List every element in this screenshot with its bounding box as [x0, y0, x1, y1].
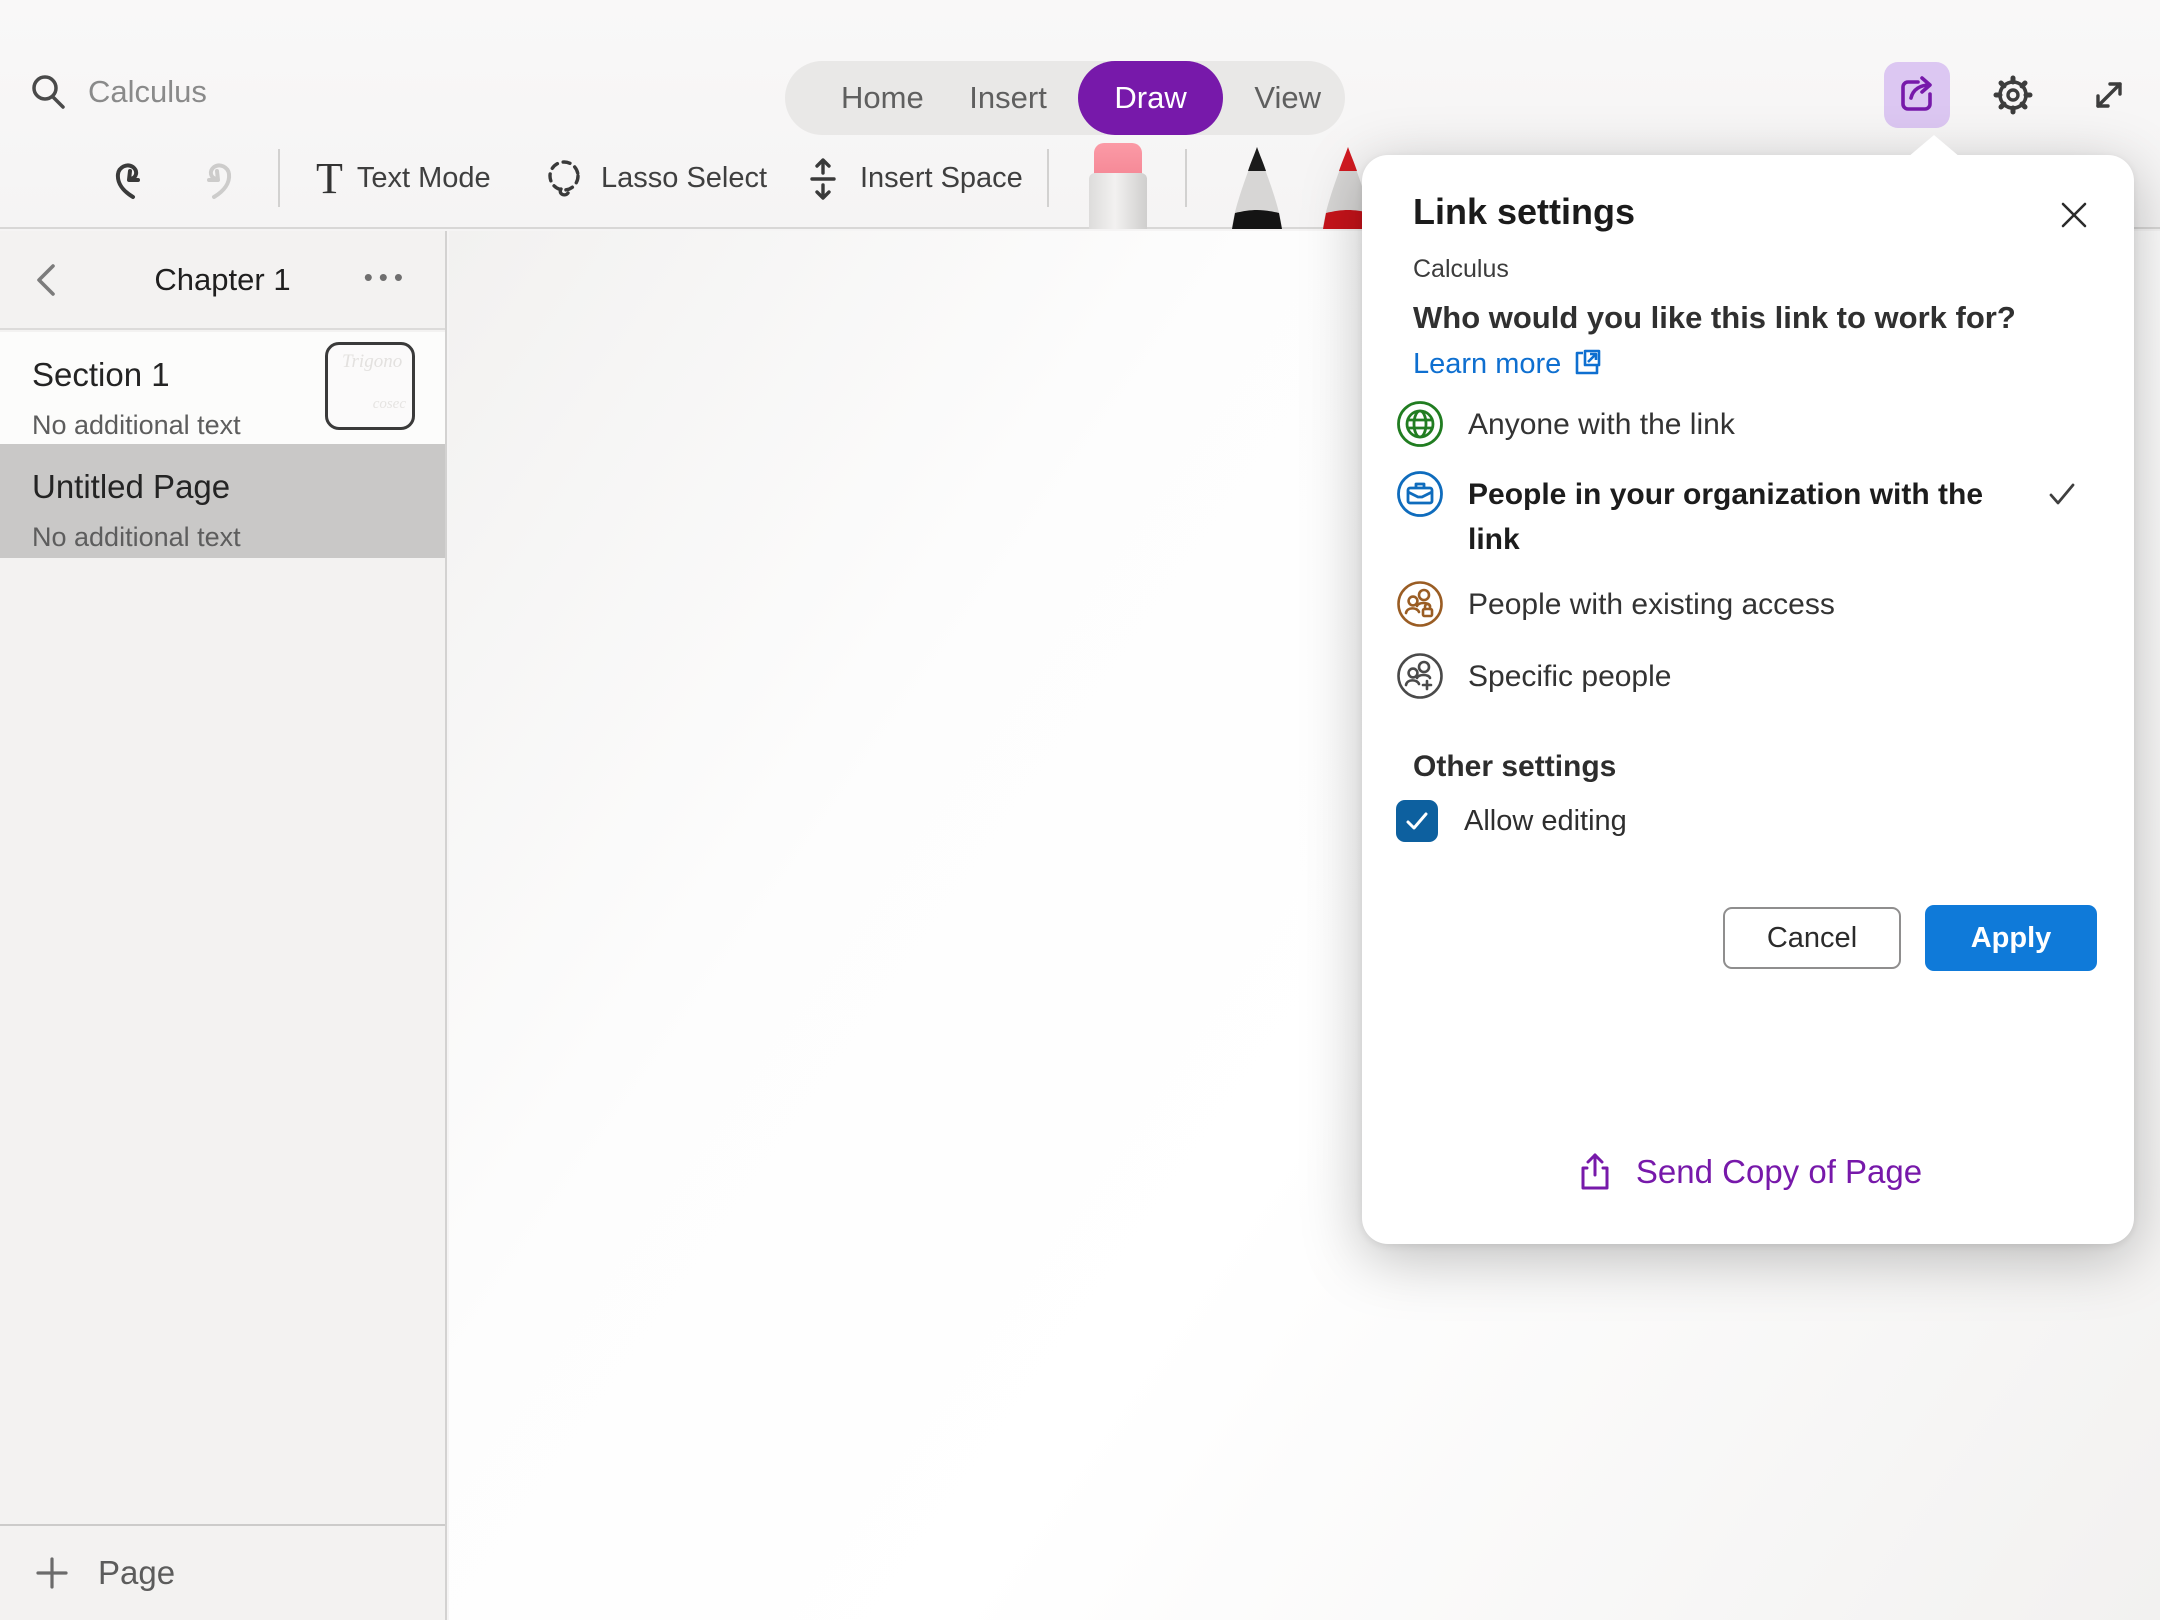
toolbar-divider: [1185, 149, 1187, 207]
fullscreen-button[interactable]: [2076, 62, 2142, 128]
check-icon: [1402, 806, 1432, 836]
cancel-button[interactable]: Cancel: [1723, 907, 1901, 969]
globe-icon: [1396, 400, 1444, 448]
people-plus-icon: [1396, 652, 1444, 700]
add-page-button[interactable]: Page: [0, 1524, 445, 1620]
lasso-icon: [541, 156, 587, 202]
organization-icon: [1396, 470, 1444, 518]
text-mode-icon: T: [316, 157, 343, 201]
page-thumbnail: Trigono cosec: [325, 342, 415, 430]
popup-buttons: Cancel Apply: [1723, 905, 2097, 971]
insert-space-icon: [800, 156, 846, 202]
section-more-button[interactable]: •••: [364, 231, 409, 330]
link-audience-question: Who would you like this link to work for…: [1413, 295, 2113, 387]
undo-button[interactable]: [103, 155, 151, 203]
tab-insert[interactable]: Insert: [955, 61, 1061, 135]
toolbar-divider: [278, 149, 280, 207]
close-icon: [2056, 197, 2092, 233]
eraser-tool[interactable]: [1089, 143, 1147, 229]
popup-title: Link settings: [1413, 191, 1635, 233]
tab-draw[interactable]: Draw: [1078, 61, 1222, 135]
ribbon-tabbar: Home Insert Draw View: [785, 61, 1345, 135]
send-copy-button[interactable]: Send Copy of Page: [1362, 1151, 2134, 1193]
share-icon: [1894, 72, 1940, 118]
redo-button[interactable]: [196, 155, 244, 203]
popup-beak: [1908, 135, 1960, 157]
selected-check-icon: [2044, 476, 2080, 512]
text-mode-button[interactable]: T Text Mode: [316, 157, 491, 201]
option-people-in-organization[interactable]: People in your organization with the lin…: [1396, 470, 2106, 562]
notebook-search[interactable]: Calculus: [28, 72, 207, 112]
share-button[interactable]: [1884, 62, 1950, 128]
page-item-untitled-selected[interactable]: Untitled Page No additional text: [0, 444, 445, 558]
undo-icon: [103, 155, 151, 203]
learn-more-link[interactable]: Learn more: [1413, 348, 1603, 380]
tab-home[interactable]: Home: [827, 61, 938, 135]
black-pen-tool[interactable]: [1222, 147, 1292, 229]
allow-editing-checkbox[interactable]: [1396, 800, 1438, 842]
black-pen-icon: [1222, 147, 1292, 229]
lasso-select-button[interactable]: Lasso Select: [541, 156, 767, 202]
back-button[interactable]: [26, 258, 70, 302]
add-page-label: Page: [98, 1554, 175, 1592]
allow-editing-label: Allow editing: [1464, 805, 1627, 838]
settings-button[interactable]: [1980, 62, 2046, 128]
option-anyone-with-link[interactable]: Anyone with the link: [1396, 400, 2106, 448]
expand-icon: [2086, 72, 2132, 118]
page-list-sidebar: Chapter 1 ••• Section 1 No additional te…: [0, 231, 447, 1620]
tab-view[interactable]: View: [1240, 61, 1335, 135]
people-lock-icon: [1396, 580, 1444, 628]
allow-editing-row[interactable]: Allow editing: [1396, 800, 1627, 842]
option-specific-people[interactable]: Specific people: [1396, 652, 2106, 700]
plus-icon: [32, 1553, 72, 1593]
header-actions: [1884, 62, 2142, 128]
page-subtitle: No additional text: [32, 522, 445, 553]
toolbar-divider: [1047, 149, 1049, 207]
search-icon: [28, 72, 68, 112]
send-copy-icon: [1574, 1151, 1616, 1193]
option-people-existing-access[interactable]: People with existing access: [1396, 580, 2106, 628]
redo-icon: [196, 155, 244, 203]
page-item-section1[interactable]: Section 1 No additional text Trigono cos…: [0, 332, 445, 444]
popup-notebook-name: Calculus: [1413, 255, 1509, 284]
link-settings-popup: Link settings Calculus Who would you lik…: [1362, 155, 2134, 1244]
other-settings-heading: Other settings: [1413, 750, 1616, 784]
send-copy-label: Send Copy of Page: [1636, 1153, 1922, 1191]
external-link-icon: [1571, 345, 1603, 377]
page-title: Untitled Page: [32, 468, 445, 506]
gear-icon: [1987, 69, 2039, 121]
close-button[interactable]: [2052, 193, 2096, 237]
insert-space-button[interactable]: Insert Space: [800, 156, 1023, 202]
apply-button[interactable]: Apply: [1925, 905, 2097, 971]
sidebar-header: Chapter 1 •••: [0, 231, 445, 330]
search-notebook-label: Calculus: [88, 74, 207, 110]
chevron-left-icon: [26, 258, 70, 302]
